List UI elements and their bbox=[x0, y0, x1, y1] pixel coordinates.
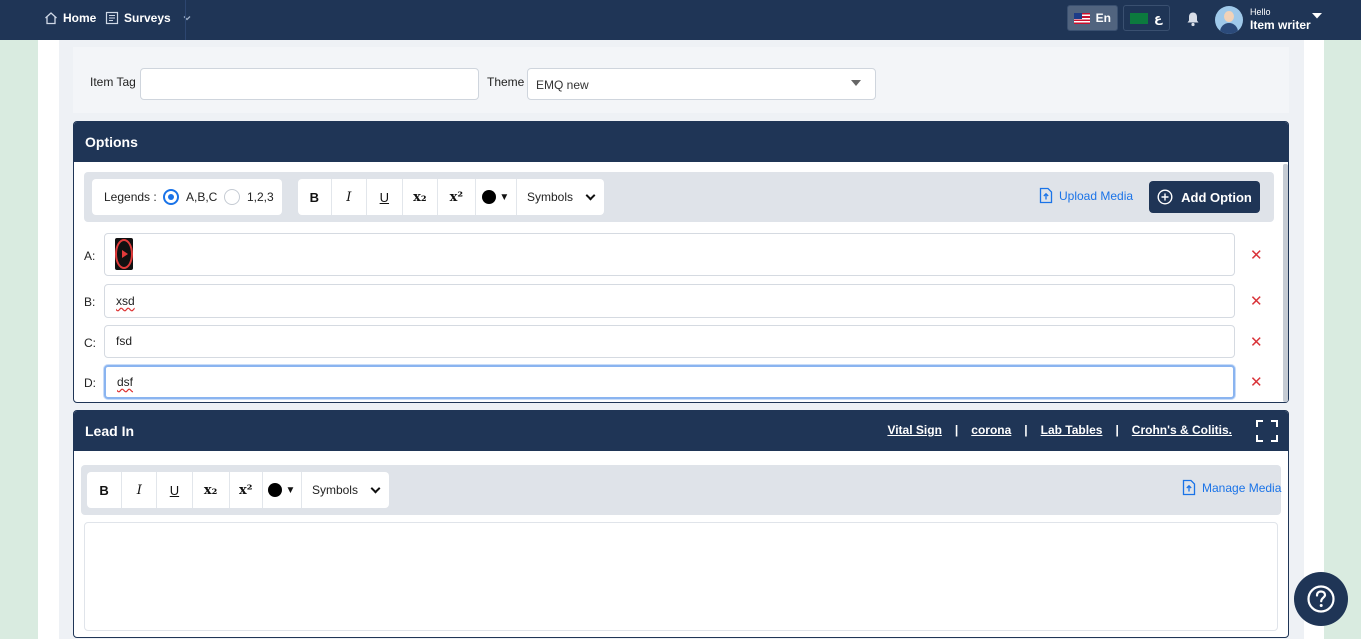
chevron-down-icon bbox=[585, 190, 596, 200]
subscript-button[interactable]: x₂ bbox=[403, 179, 439, 215]
options-format-toolbar: B I U x₂ x² ▼ Symbols bbox=[298, 179, 604, 215]
symbols-select[interactable]: Symbols bbox=[517, 179, 604, 215]
item-tag-label: Item Tag bbox=[90, 75, 136, 89]
link-separator: | bbox=[1024, 423, 1028, 437]
nav-surveys[interactable]: Surveys bbox=[105, 11, 192, 25]
link-vital-sign[interactable]: Vital Sign bbox=[887, 423, 941, 437]
text-color-picker[interactable]: ▼ bbox=[263, 472, 302, 508]
top-navbar: Home Surveys En ع Hello Item writer bbox=[0, 0, 1361, 40]
legends-label: Legends : bbox=[104, 190, 157, 204]
language-ar-button[interactable]: ع bbox=[1123, 5, 1170, 31]
bell-icon[interactable] bbox=[1186, 11, 1200, 27]
symbols-label: Symbols bbox=[527, 190, 574, 204]
theme-label: Theme bbox=[487, 75, 525, 89]
fullscreen-icon[interactable] bbox=[1256, 420, 1278, 442]
language-ar-label: ع bbox=[1154, 11, 1163, 25]
italic-button[interactable]: I bbox=[122, 472, 158, 508]
color-swatch-icon bbox=[482, 190, 497, 204]
option-b-input[interactable]: xsd bbox=[104, 284, 1235, 318]
manage-media-link[interactable]: Manage Media bbox=[1182, 479, 1281, 496]
add-option-label: Add Option bbox=[1181, 189, 1252, 205]
user-greeting: Hello bbox=[1250, 7, 1271, 17]
language-en-button[interactable]: En bbox=[1067, 5, 1118, 31]
option-letter-a: A: bbox=[84, 249, 96, 263]
symbols-label: Symbols bbox=[311, 483, 358, 497]
upload-media-label: Upload Media bbox=[1059, 188, 1134, 203]
bold-button[interactable]: B bbox=[87, 472, 123, 508]
remove-option-a-icon[interactable]: ✕ bbox=[1250, 246, 1263, 264]
legend-abc-label: A,B,C bbox=[186, 190, 218, 204]
link-crohns-colitis[interactable]: Crohn's & Colitis. bbox=[1132, 423, 1232, 437]
nav-divider bbox=[185, 0, 186, 40]
option-c-input[interactable]: fsd bbox=[104, 325, 1235, 358]
home-icon bbox=[44, 11, 58, 25]
option-d-input[interactable]: dsf bbox=[104, 365, 1235, 399]
nav-home[interactable]: Home bbox=[44, 11, 96, 25]
option-c-text: fsd bbox=[116, 334, 133, 348]
symbols-select[interactable]: Symbols bbox=[302, 472, 389, 508]
option-d-text: dsf bbox=[117, 375, 134, 389]
lead-in-format-toolbar: B I U x₂ x² ▼ Symbols bbox=[87, 472, 389, 508]
nav-surveys-label: Surveys bbox=[124, 11, 171, 25]
lead-in-editor[interactable] bbox=[84, 522, 1278, 631]
options-section-title: Options bbox=[74, 122, 1288, 162]
caret-down-icon: ▼ bbox=[499, 191, 510, 203]
plus-circle-icon bbox=[1157, 189, 1173, 205]
link-separator: | bbox=[1115, 423, 1119, 437]
underline-button[interactable]: U bbox=[367, 179, 403, 215]
avatar[interactable] bbox=[1215, 6, 1243, 34]
add-option-button[interactable]: Add Option bbox=[1149, 181, 1260, 213]
chevron-down-icon bbox=[370, 483, 381, 493]
nav-home-label: Home bbox=[63, 11, 97, 25]
remove-option-d-icon[interactable]: ✕ bbox=[1250, 373, 1263, 391]
option-b-text: xsd bbox=[116, 294, 135, 308]
chevron-down-icon bbox=[182, 13, 192, 23]
us-flag-icon bbox=[1074, 12, 1090, 24]
video-thumbnail-icon[interactable] bbox=[115, 238, 133, 270]
option-letter-b: B: bbox=[84, 295, 96, 309]
option-letter-c: C: bbox=[84, 336, 96, 350]
manage-media-label: Manage Media bbox=[1202, 480, 1282, 495]
remove-option-b-icon[interactable]: ✕ bbox=[1250, 292, 1263, 310]
superscript-button[interactable]: x² bbox=[438, 179, 476, 215]
italic-button[interactable]: I bbox=[332, 179, 368, 215]
bold-button[interactable]: B bbox=[298, 179, 332, 215]
lead-in-header: Lead In Vital Sign | corona | Lab Tables… bbox=[74, 411, 1288, 451]
language-en-label: En bbox=[1095, 11, 1111, 25]
subscript-button[interactable]: x₂ bbox=[193, 472, 230, 508]
lead-in-title: Lead In bbox=[85, 423, 135, 439]
user-name[interactable]: Item writer bbox=[1250, 18, 1311, 32]
help-button[interactable] bbox=[1294, 572, 1348, 626]
link-corona[interactable]: corona bbox=[971, 423, 1011, 437]
upload-file-icon bbox=[1182, 479, 1196, 496]
remove-option-c-icon[interactable]: ✕ bbox=[1250, 333, 1263, 351]
reference-links: Vital Sign | corona | Lab Tables | Crohn… bbox=[887, 423, 1232, 437]
upload-file-icon bbox=[1039, 187, 1053, 204]
survey-icon bbox=[105, 11, 119, 25]
option-a-input[interactable] bbox=[104, 233, 1235, 276]
text-color-picker[interactable]: ▼ bbox=[476, 179, 517, 215]
legend-123-label: 1,2,3 bbox=[247, 190, 274, 204]
upload-media-link[interactable]: Upload Media bbox=[1039, 187, 1133, 204]
caret-down-icon[interactable] bbox=[1311, 11, 1323, 21]
superscript-button[interactable]: x² bbox=[230, 472, 263, 508]
link-separator: | bbox=[954, 423, 959, 437]
option-letter-d: D: bbox=[84, 376, 96, 390]
dropdown-caret-icon bbox=[851, 80, 861, 86]
item-tag-input[interactable] bbox=[140, 68, 479, 100]
question-mark-icon bbox=[1306, 584, 1336, 614]
underline-button[interactable]: U bbox=[157, 472, 193, 508]
legend-radio-123[interactable] bbox=[224, 189, 240, 205]
legend-radio-abc[interactable] bbox=[163, 189, 179, 205]
saudi-flag-icon bbox=[1130, 12, 1148, 24]
link-lab-tables[interactable]: Lab Tables bbox=[1041, 423, 1103, 437]
theme-select[interactable]: EMQ new bbox=[527, 68, 876, 100]
legends-group: Legends : A,B,C 1,2,3 bbox=[92, 179, 282, 215]
caret-down-icon: ▼ bbox=[285, 484, 296, 496]
options-scrollbar[interactable] bbox=[1283, 164, 1288, 402]
color-swatch-icon bbox=[268, 483, 283, 497]
theme-selected-value: EMQ new bbox=[536, 78, 589, 92]
